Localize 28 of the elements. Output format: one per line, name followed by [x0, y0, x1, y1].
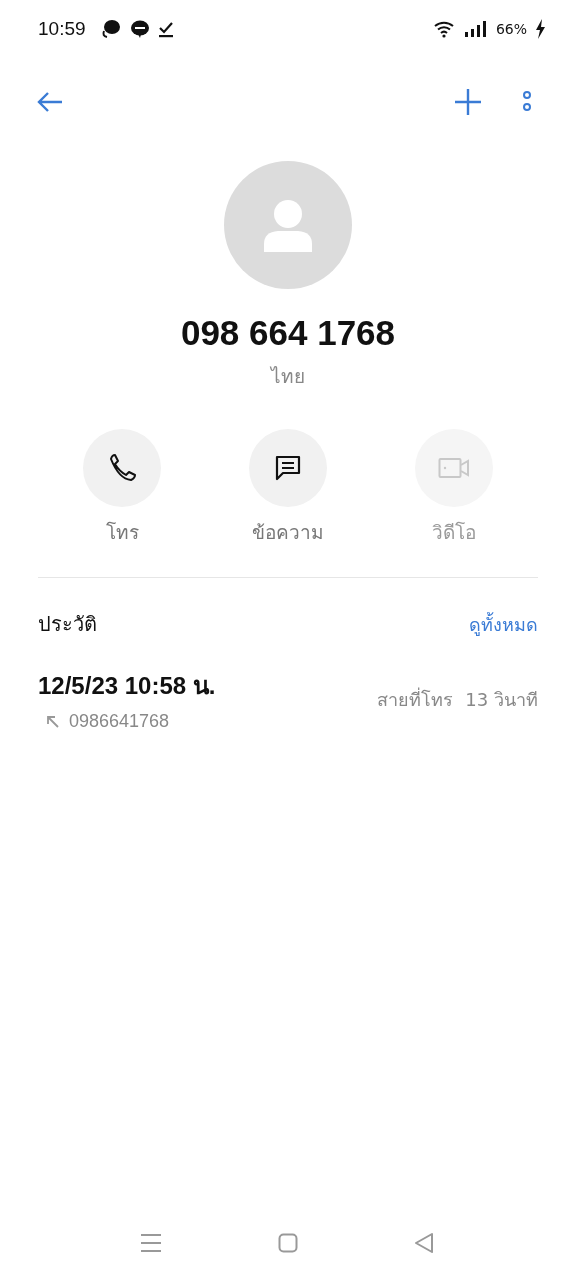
back-arrow-icon[interactable] [36, 91, 64, 113]
action-label: ข้อความ [252, 520, 324, 545]
line-app-icon [129, 19, 150, 39]
call-duration: 13 วินาที [465, 687, 538, 712]
phone-number: 098 664 1768 [180, 313, 396, 353]
download-done-icon [157, 20, 174, 38]
home-icon[interactable] [278, 1233, 298, 1253]
person-silhouette-icon [262, 198, 314, 252]
menu-icon[interactable] [140, 1233, 162, 1253]
chat-bubble-icon [99, 18, 122, 40]
video-camera-icon [438, 457, 470, 479]
add-icon[interactable] [454, 88, 482, 116]
battery-level: 66% [495, 21, 527, 37]
action-label: วิดีโอ [432, 520, 476, 545]
number-region: ไทย [271, 364, 305, 389]
signal-icon [463, 20, 486, 38]
back-icon[interactable] [414, 1232, 434, 1254]
wifi-icon [433, 20, 456, 38]
history-heading: ประวัติ [38, 611, 97, 638]
action-label: โทร [105, 520, 139, 545]
see-all-link[interactable]: ดูทั้งหมด [469, 609, 538, 639]
more-options-icon[interactable] [522, 90, 532, 114]
status-time: 10:59 [38, 18, 86, 40]
message-icon [274, 454, 302, 482]
call-type: สายที่โทร [377, 686, 454, 712]
phone-icon [107, 453, 137, 483]
caller-number: 0986641768 [69, 711, 170, 732]
call-datetime: 12/5/23 10:58 น. [38, 671, 216, 701]
